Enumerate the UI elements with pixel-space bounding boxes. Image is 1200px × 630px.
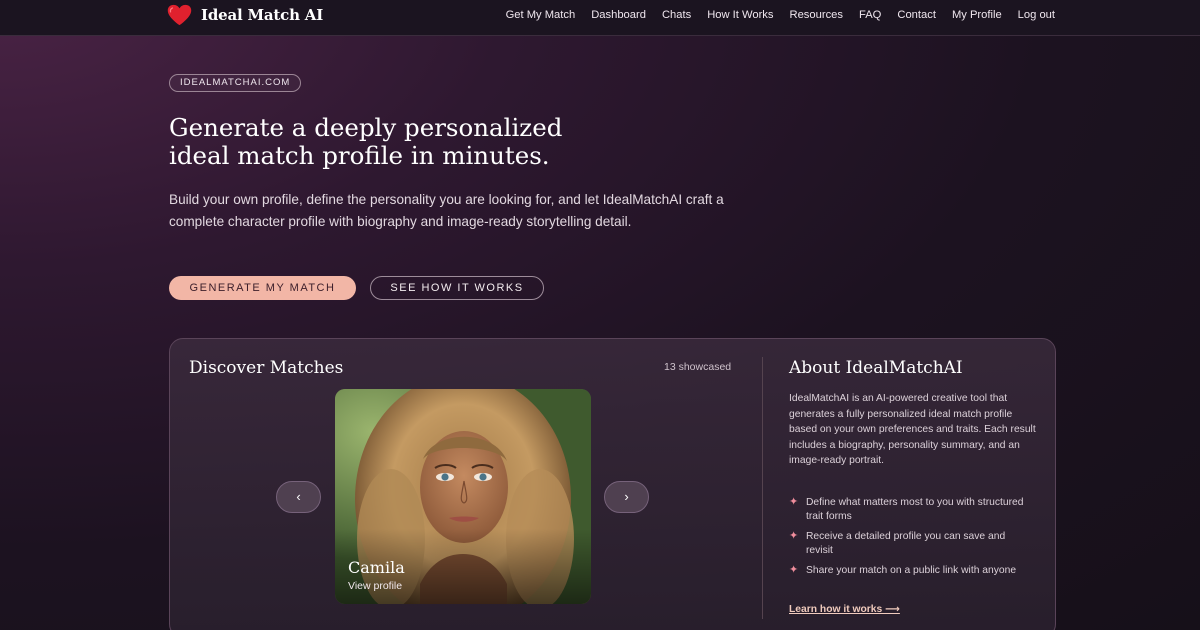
hero-subtitle: Build your own profile, define the perso… [169,192,724,229]
nav-link-resources[interactable]: Resources [790,9,843,21]
chevron-right-icon: › [624,489,629,504]
card-divider [762,357,763,619]
learn-how-it-works-link[interactable]: Learn how it works ⟶ [789,603,900,615]
nav-link-contact[interactable]: Contact [897,9,936,21]
domain-pill: IDEALMATCHAI.COM [169,74,302,92]
feature-item: ✦ Define what matters most to you with s… [789,496,1029,523]
chevron-left-icon: ‹ [296,489,301,504]
showcased-count: 13 showcased [664,361,732,373]
discover-about-card: Discover Matches 13 showcased ‹ Camila V… [169,338,1056,630]
feature-text: Share your match on a public link with a… [806,565,1017,576]
nav-link-get-my-match[interactable]: Get My Match [506,9,576,21]
brand-logo-link[interactable]: Ideal Match AI [167,4,323,26]
nav-link-log-out[interactable]: Log out [1018,9,1055,21]
nav-links: Get My Match Dashboard Chats How It Work… [506,9,1055,21]
top-navbar: Ideal Match AI Get My Match Dashboard Ch… [0,0,1200,36]
about-description: IdealMatchAI is an AI-powered creative t… [789,393,1036,466]
heart-icon [167,4,192,26]
carousel-prev-button[interactable]: ‹ [276,481,321,513]
profile-name: Camila [348,558,405,577]
feature-item: ✦ Share your match on a public link with… [789,564,1029,578]
sparkle-icon: ✦ [789,564,799,576]
hero-title-line-1: Generate a deeply personalized [169,113,563,142]
nav-link-faq[interactable]: FAQ [859,9,881,21]
match-profile-card[interactable]: Camila View profile [335,389,591,604]
carousel-next-button[interactable]: › [604,481,649,513]
feature-text: Receive a detailed profile you can save … [806,531,1006,556]
nav-link-how-it-works[interactable]: How It Works [707,9,773,21]
view-profile-link[interactable]: View profile [348,580,402,592]
feature-item: ✦ Receive a detailed profile you can sav… [789,530,1029,557]
about-title: About IdealMatchAI [789,358,963,378]
see-how-it-works-button[interactable]: SEE HOW IT WORKS [370,276,544,300]
hero-title-line-2: ideal match profile in minutes. [169,141,550,170]
nav-link-my-profile[interactable]: My Profile [952,9,1002,21]
sparkle-icon: ✦ [789,530,799,542]
brand-name: Ideal Match AI [201,6,324,24]
nav-link-dashboard[interactable]: Dashboard [591,9,646,21]
hero-title: Generate a deeply personalized ideal mat… [169,114,689,170]
feature-list: ✦ Define what matters most to you with s… [789,496,1029,585]
feature-text: Define what matters most to you with str… [806,497,1024,522]
discover-matches-title: Discover Matches [189,358,344,378]
nav-link-chats[interactable]: Chats [662,9,691,21]
generate-my-match-button[interactable]: GENERATE MY MATCH [169,276,356,300]
sparkle-icon: ✦ [789,496,799,508]
